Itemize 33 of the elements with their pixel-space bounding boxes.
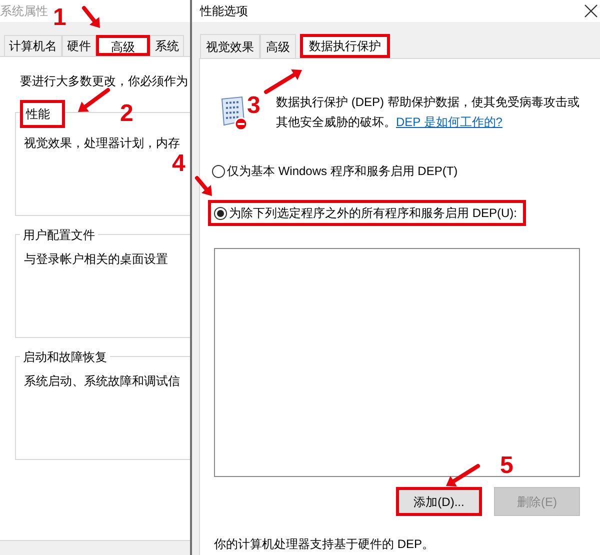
footer-text: 你的计算机处理器支持基于硬件的 DEP。 — [214, 536, 436, 553]
window-title: 性能选项 — [200, 3, 248, 20]
annotation-arrow — [264, 69, 302, 94]
tab[interactable]: 高级 — [96, 35, 150, 56]
tab[interactable]: 数据执行保护 — [300, 34, 390, 58]
dep-description: 数据执行保护 (DEP) 帮助保护数据，使其免受病毒攻击或其他安全威胁的破坏。DEP 是如何工作的? — [276, 94, 580, 131]
tab[interactable]: 硬件 — [62, 35, 96, 56]
help-link[interactable]: DEP 是如何工作的? — [396, 115, 502, 129]
action-button[interactable]: 添加(D)... — [396, 487, 482, 516]
group-description: 视觉效果，处理器计划，内存 — [24, 135, 181, 152]
tab[interactable]: 系统 — [150, 35, 184, 56]
radio-option[interactable]: 为除下列选定程序之外的所有程序和服务启用 DEP(U): — [208, 200, 526, 226]
tab[interactable]: 视觉效果 — [200, 34, 260, 58]
group-description: 与登录帐户相关的桌面设置 — [24, 251, 169, 268]
annotation-arrow — [78, 88, 110, 112]
radio-option[interactable]: 仅为基本 Windows 程序和服务启用 DEP(T) — [208, 158, 465, 184]
group-title: 用户配置文件 — [20, 226, 98, 244]
group-title: 启动和故障恢复 — [20, 348, 110, 366]
step-number: 3 — [247, 92, 260, 120]
close-icon[interactable] — [584, 4, 598, 18]
notice-text: 要进行大多数更改，你必须作为 — [19, 73, 189, 90]
step-number: 1 — [53, 4, 66, 32]
annotation-arrow — [446, 464, 480, 486]
annotation-arrow — [195, 176, 212, 196]
group-description: 系统启动、系统故障和调试信 — [24, 373, 181, 390]
annotation-arrow — [82, 6, 100, 28]
window-title: 系统属性 — [0, 3, 48, 20]
step-number: 2 — [120, 100, 134, 128]
step-number: 5 — [500, 452, 514, 480]
tab[interactable]: 计算机名 — [4, 35, 62, 56]
group-title: 性能 — [20, 100, 65, 128]
tab[interactable]: 高级 — [260, 34, 296, 58]
step-number: 4 — [172, 150, 186, 178]
